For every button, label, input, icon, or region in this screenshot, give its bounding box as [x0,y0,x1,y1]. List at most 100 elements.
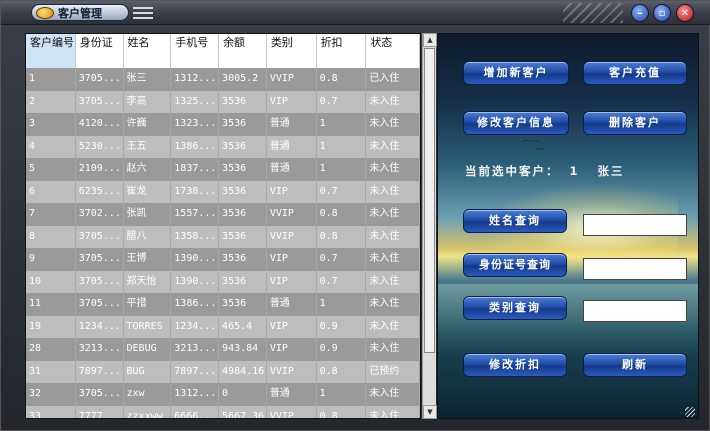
edit-discount-button[interactable]: 修改折扣 [463,353,567,377]
table-cell: 未入住 [366,293,420,316]
category-query-button[interactable]: 类别查询 [463,296,567,320]
id-query-button[interactable]: 身份证号查询 [463,253,567,277]
resize-grip-icon[interactable] [685,407,695,417]
table-cell: 赵六 [124,158,172,181]
table-row[interactable]: 4 5230... 王五 1386... 3536 普通 1 未入住 [26,135,420,158]
table-cell: VVIP [267,360,317,383]
table-cell: 19 [26,315,76,338]
table-cell: 1837... [171,158,220,181]
table-row[interactable]: 8 3705... 腊八 1358... 3536 VVIP 0.8 未入住 [26,225,420,248]
table-row[interactable]: 28 3213... DEBUG 3213... 943.84 VIP 0.9 未入住 [26,338,420,361]
add-customer-button[interactable]: 增加新客户 [463,61,569,85]
bird-icon: ⌒ [536,149,546,159]
delete-customer-button[interactable]: 删除客户 [583,111,687,135]
table-cell: 普通 [267,113,317,136]
scroll-up-icon[interactable]: ▲ [423,33,437,47]
column-header[interactable]: 类别 [267,34,317,68]
table-cell: 1557... [171,203,220,226]
table-cell: 郑天怡 [124,270,172,293]
table-row[interactable]: 19 1234... TORRES 1234... 465.4 VIP 0.9 未入住 [26,315,420,338]
table-cell: 普通 [267,293,317,316]
table-cell: 0.8 [317,405,367,418]
edit-customer-button[interactable]: 修改客户信息 [463,111,569,135]
table-row[interactable]: 1 3705... 张三 1312... 3005.2 VVIP 0.8 已入住 [26,68,420,91]
recharge-button[interactable]: 客户充值 [583,61,687,85]
table-cell: 7897... [171,360,220,383]
table-cell: 1 [26,68,76,91]
table-cell: 1234... [76,315,124,338]
title-bar: 客户管理 – ▫ ✕ [1,1,710,25]
customer-management-window: 客户管理 – ▫ ✕ 客户编号 身份证 姓名 手机号 余额 类别 折扣 状态 1 3705...… [0,0,710,431]
table-cell: 3705... [76,293,124,316]
column-header[interactable]: 姓名 [124,34,172,68]
category-query-field[interactable] [583,300,687,322]
table-cell: 王五 [124,135,172,158]
column-header[interactable]: 状态 [366,34,420,68]
table-cell: 未入住 [366,315,420,338]
table-cell: 1390... [171,248,220,271]
window-title: 客户管理 [58,6,102,20]
table-cell: 5230... [76,135,124,158]
table-scrollbar[interactable]: ▲ ▼ [422,33,437,419]
table-cell: 7777... [76,405,124,418]
table-cell: VIP [267,180,317,203]
table-cell: 张凯 [124,203,172,226]
table-cell: 3 [26,113,76,136]
column-header[interactable]: 手机号 [171,34,220,68]
table-row[interactable]: 7 3702... 张凯 1557... 3536 VVIP 0.8 未入住 [26,203,420,226]
table-cell: VIP [267,338,317,361]
column-header[interactable]: 客户编号 [26,34,76,68]
table-cell: 0.7 [317,270,367,293]
table-cell: 未入住 [366,203,420,226]
customer-table[interactable]: 客户编号 身份证 姓名 手机号 余额 类别 折扣 状态 1 3705... 张三 1312... 30… [25,33,421,419]
table-row[interactable]: 6 6235... 崔龙 1738... 3536 VIP 0.7 未入住 [26,180,420,203]
table-cell: 张三 [124,68,172,91]
table-cell: 3536 [219,270,267,293]
table-body: 1 3705... 张三 1312... 3005.2 VVIP 0.8 已入住 2 3705..… [26,68,420,418]
table-row[interactable]: 31 7897... BUG 7897... 4984.16 VVIP 0.8 已预约 [26,360,420,383]
table-cell: 10 [26,270,76,293]
table-cell: VVIP [267,203,317,226]
table-cell: 腊八 [124,225,172,248]
close-icon[interactable]: ✕ [676,4,694,22]
table-row[interactable]: 10 3705... 郑天怡 1390... 3536 VIP 0.7 未入住 [26,270,420,293]
table-row[interactable]: 2 3705... 李高 1325... 3536 VIP 0.7 未入住 [26,90,420,113]
table-cell: 未入住 [366,225,420,248]
table-cell: 1 [317,113,367,136]
table-cell: 1386... [171,135,220,158]
scroll-down-icon[interactable]: ▼ [423,405,437,419]
table-cell: VIP [267,248,317,271]
table-cell: 3536 [219,158,267,181]
table-cell: BUG [124,360,172,383]
table-row[interactable]: 33 7777... zzxxww 6666... 5667.36 VVIP 0.8 未入住 [26,405,420,418]
table-cell: 崔龙 [124,180,172,203]
table-cell: 8 [26,225,76,248]
selected-name: 张三 [597,164,625,178]
decorative-stripes [563,3,623,23]
scrollbar-thumb[interactable] [424,48,435,353]
table-cell: VVIP [267,405,317,418]
refresh-button[interactable]: 刷新 [583,353,687,377]
column-header[interactable]: 折扣 [317,34,367,68]
table-cell: 3705... [76,225,124,248]
table-row[interactable]: 11 3705... 平措 1386... 3536 普通 1 未入住 [26,293,420,316]
table-row[interactable]: 9 3705... 王博 1390... 3536 VIP 0.7 未入住 [26,248,420,271]
menu-icon[interactable] [133,7,153,19]
table-row[interactable]: 3 4120... 许巍 1323... 3536 普通 1 未入住 [26,113,420,136]
column-header[interactable]: 身份证 [76,34,124,68]
table-cell: 已预约 [366,360,420,383]
table-cell: 2109... [76,158,124,181]
table-row[interactable]: 32 3705... zxw 1312... 0 普通 1 未入住 [26,383,420,406]
table-cell: 3705... [76,68,124,91]
table-cell: 3536 [219,90,267,113]
maximize-icon[interactable]: ▫ [653,4,671,22]
table-cell: 1 [317,383,367,406]
minimize-icon[interactable]: – [631,4,649,22]
column-header[interactable]: 余额 [219,34,267,68]
name-query-field[interactable] [583,214,687,236]
table-row[interactable]: 5 2109... 赵六 1837... 3536 普通 1 未入住 [26,158,420,181]
name-query-button[interactable]: 姓名查询 [463,209,567,233]
id-query-field[interactable] [583,258,687,280]
table-cell: 3536 [219,135,267,158]
table-cell: 未入住 [366,405,420,418]
